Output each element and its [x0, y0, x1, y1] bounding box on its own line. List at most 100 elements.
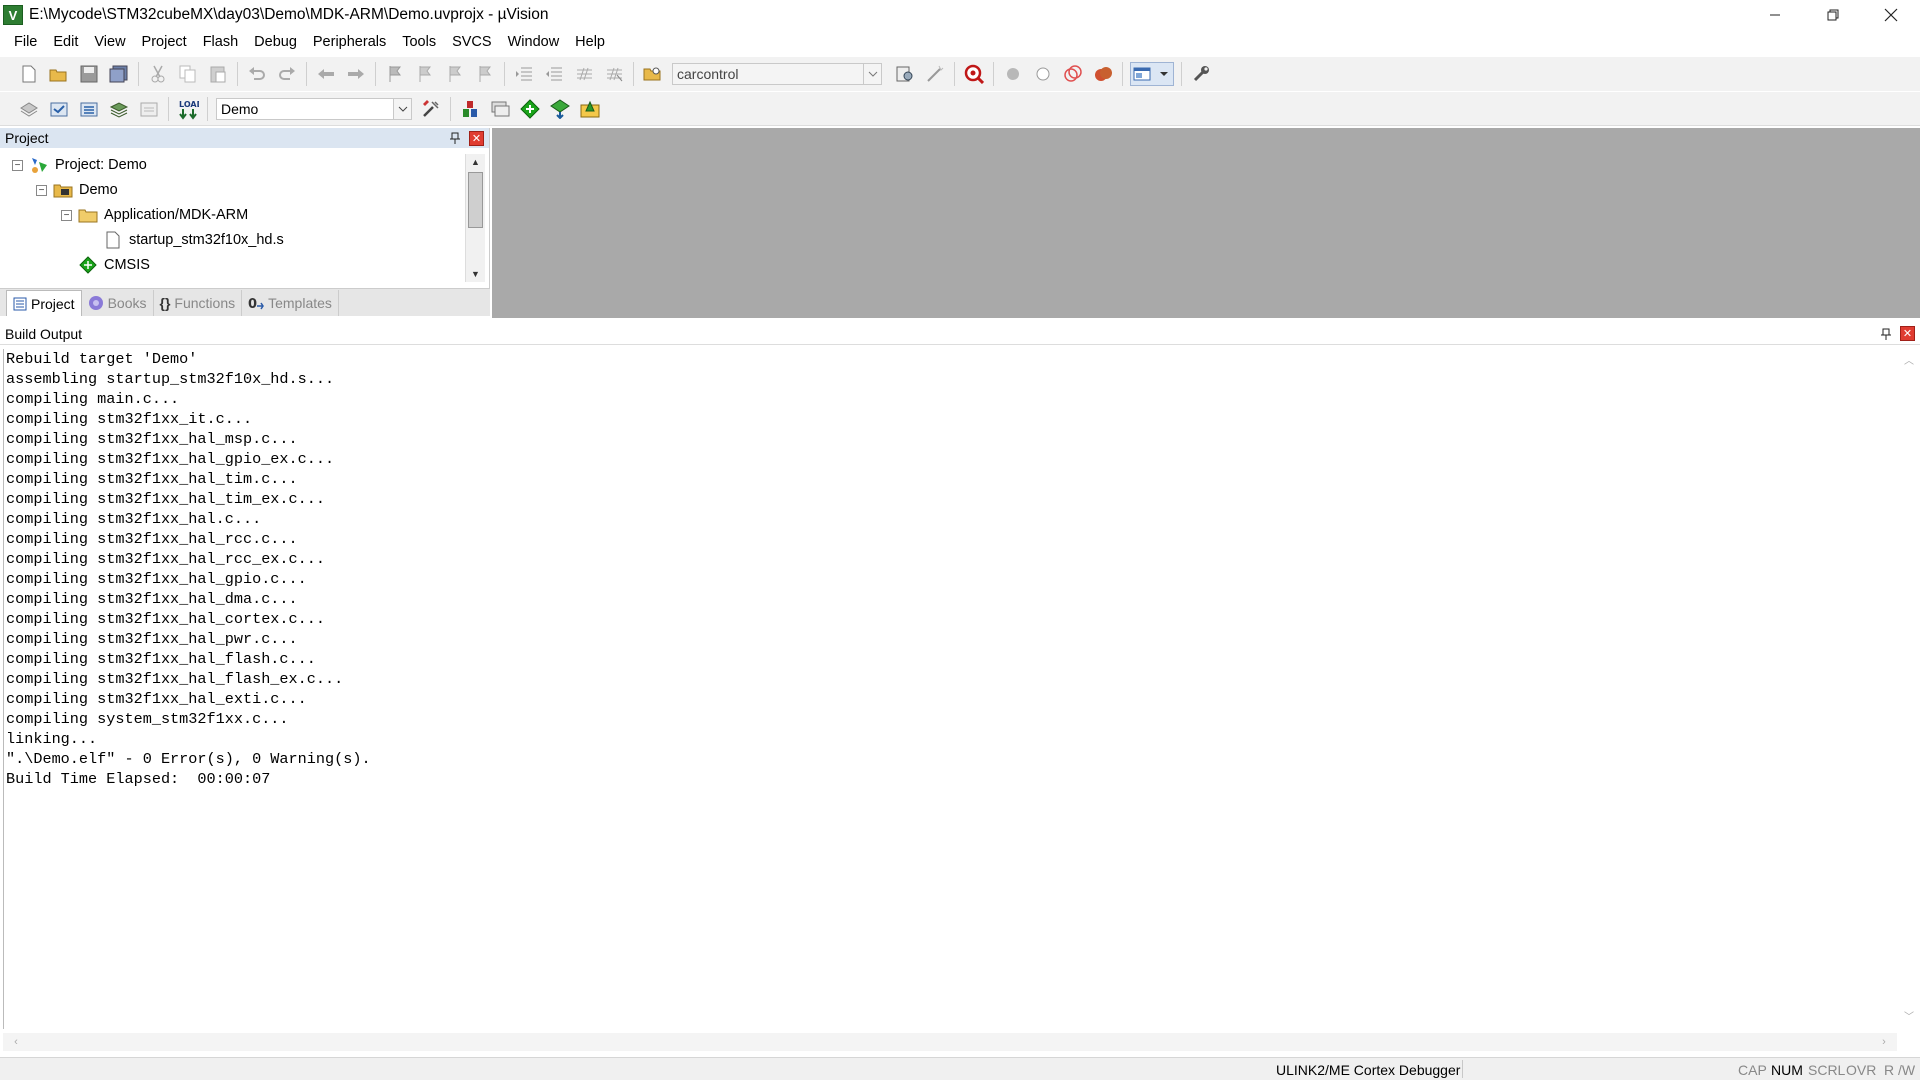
collapse-icon[interactable]: − — [12, 159, 23, 171]
redo-icon[interactable] — [275, 62, 299, 86]
start-stop-debug-icon[interactable] — [962, 62, 986, 86]
scroll-right-icon[interactable]: › — [1875, 1033, 1893, 1051]
build-icon[interactable] — [47, 97, 71, 121]
stop-build-icon[interactable] — [137, 97, 161, 121]
target-select[interactable]: Demo — [216, 97, 412, 120]
find-combo[interactable]: carcontrol — [672, 63, 882, 85]
copy-icon[interactable] — [176, 62, 200, 86]
target-select-value: Demo — [221, 100, 259, 117]
pack-installer-icon[interactable] — [548, 97, 572, 121]
next-bookmark-icon[interactable] — [443, 62, 467, 86]
output-line: compiling stm32f1xx_hal_flash.c... — [6, 650, 316, 668]
pin-icon[interactable] — [449, 132, 461, 144]
folder-icon — [78, 206, 98, 224]
tab-books[interactable]: Books — [82, 290, 154, 316]
insert-breakpoint-icon[interactable] — [1001, 62, 1025, 86]
window-layout-dropdown[interactable] — [1130, 62, 1174, 86]
restore-button[interactable] — [1804, 0, 1862, 30]
tree-item-target[interactable]: − Demo — [36, 179, 118, 201]
editor-area[interactable] — [492, 128, 1920, 318]
menu-tools[interactable]: Tools — [394, 30, 444, 54]
enable-breakpoint-icon[interactable] — [1031, 62, 1055, 86]
tab-templates[interactable]: 0 Templates — [242, 290, 339, 316]
project-tree-scrollbar[interactable]: ▲ ▼ — [465, 154, 485, 282]
menu-file[interactable]: File — [6, 30, 45, 54]
chevron-down-icon[interactable] — [863, 64, 881, 84]
unindent-icon[interactable] — [542, 62, 566, 86]
rebuild-icon[interactable] — [77, 97, 101, 121]
tab-project[interactable]: Project — [6, 290, 82, 316]
pin-icon[interactable] — [1880, 328, 1892, 340]
batch-build-icon[interactable] — [107, 97, 131, 121]
incremental-find-icon[interactable] — [893, 62, 917, 86]
indent-icon[interactable] — [512, 62, 536, 86]
disable-all-breakpoints-icon[interactable] — [1061, 62, 1085, 86]
menu-flash[interactable]: Flash — [195, 30, 246, 54]
close-panel-icon[interactable]: ✕ — [469, 130, 484, 146]
paste-icon[interactable] — [206, 62, 230, 86]
manage-project-items-icon[interactable] — [458, 97, 482, 121]
menu-view[interactable]: View — [86, 30, 133, 54]
tree-item-cmsis[interactable]: CMSIS — [78, 254, 150, 276]
scroll-down-icon[interactable]: ﹀ — [1900, 1007, 1918, 1023]
restore-icon — [1827, 9, 1839, 21]
project-panel-tabs: Project Books {} Functions 0 Templates — [0, 288, 490, 316]
translate-icon[interactable] — [17, 97, 41, 121]
clear-bookmarks-icon[interactable] — [473, 62, 497, 86]
undo-icon[interactable] — [245, 62, 269, 86]
menu-peripherals[interactable]: Peripherals — [305, 30, 394, 54]
new-file-icon[interactable] — [17, 62, 41, 86]
menu-window[interactable]: Window — [500, 30, 568, 54]
minimize-button[interactable] — [1746, 0, 1804, 30]
project-tab-icon — [13, 297, 27, 311]
build-output-text[interactable]: Rebuild target 'Demo' assembling startup… — [3, 349, 1897, 1029]
kill-all-breakpoints-icon[interactable] — [1091, 62, 1115, 86]
uncomment-selection-icon[interactable] — [602, 62, 626, 86]
build-output-vscrollbar[interactable]: ︿ ﹀ — [1900, 351, 1918, 1023]
output-line: assembling startup_stm32f10x_hd.s... — [6, 370, 335, 388]
svg-text:LOAD: LOAD — [179, 100, 199, 109]
software-packs-icon[interactable] — [578, 97, 602, 121]
target-folder-icon — [53, 181, 73, 199]
select-packs-icon[interactable] — [488, 97, 512, 121]
manage-run-time-environment-icon[interactable] — [518, 97, 542, 121]
menu-edit[interactable]: Edit — [45, 30, 86, 54]
build-output-hscrollbar[interactable]: ‹ › — [3, 1033, 1897, 1051]
insert-bookmark-icon[interactable] — [383, 62, 407, 86]
tree-item-group[interactable]: − Application/MDK-ARM — [61, 204, 248, 226]
save-icon[interactable] — [77, 62, 101, 86]
chevron-down-icon[interactable] — [393, 98, 411, 119]
menu-project[interactable]: Project — [134, 30, 195, 54]
tab-functions[interactable]: {} Functions — [154, 290, 243, 316]
save-all-icon[interactable] — [107, 62, 131, 86]
navigate-back-icon[interactable] — [314, 62, 338, 86]
scroll-up-icon[interactable]: ︿ — [1900, 351, 1918, 367]
cut-icon[interactable] — [146, 62, 170, 86]
menu-help[interactable]: Help — [567, 30, 613, 54]
status-bar: ULINK2/ME Cortex Debugger CAP NUM SCRL O… — [0, 1057, 1920, 1080]
download-load-icon[interactable]: LOAD — [176, 97, 200, 121]
menu-svcs[interactable]: SVCS — [444, 30, 500, 54]
window-layout-icon — [1133, 67, 1168, 81]
find-in-files-icon[interactable] — [641, 62, 665, 86]
close-panel-icon[interactable]: ✕ — [1900, 326, 1915, 341]
tree-item-project[interactable]: − Project: Demo — [12, 154, 147, 176]
output-line: compiling stm32f1xx_hal_msp.c... — [6, 430, 298, 448]
scroll-left-icon[interactable]: ‹ — [7, 1033, 25, 1051]
output-line: compiling stm32f1xx_hal_gpio.c... — [6, 570, 307, 588]
scroll-down-icon[interactable]: ▼ — [466, 266, 485, 282]
scroll-thumb[interactable] — [468, 172, 483, 228]
previous-bookmark-icon[interactable] — [413, 62, 437, 86]
open-file-icon[interactable] — [47, 62, 71, 86]
debug-session-wand-icon[interactable] — [923, 62, 947, 86]
comment-selection-icon[interactable] — [572, 62, 596, 86]
collapse-icon[interactable]: − — [61, 209, 72, 221]
close-button[interactable] — [1862, 0, 1920, 30]
configure-wrench-icon[interactable] — [1189, 62, 1213, 86]
menu-debug[interactable]: Debug — [246, 30, 305, 54]
collapse-icon[interactable]: − — [36, 184, 47, 196]
options-for-target-icon[interactable] — [419, 97, 443, 121]
scroll-up-icon[interactable]: ▲ — [466, 154, 485, 170]
navigate-forward-icon[interactable] — [344, 62, 368, 86]
tree-item-file[interactable]: startup_stm32f10x_hd.s — [103, 229, 284, 251]
